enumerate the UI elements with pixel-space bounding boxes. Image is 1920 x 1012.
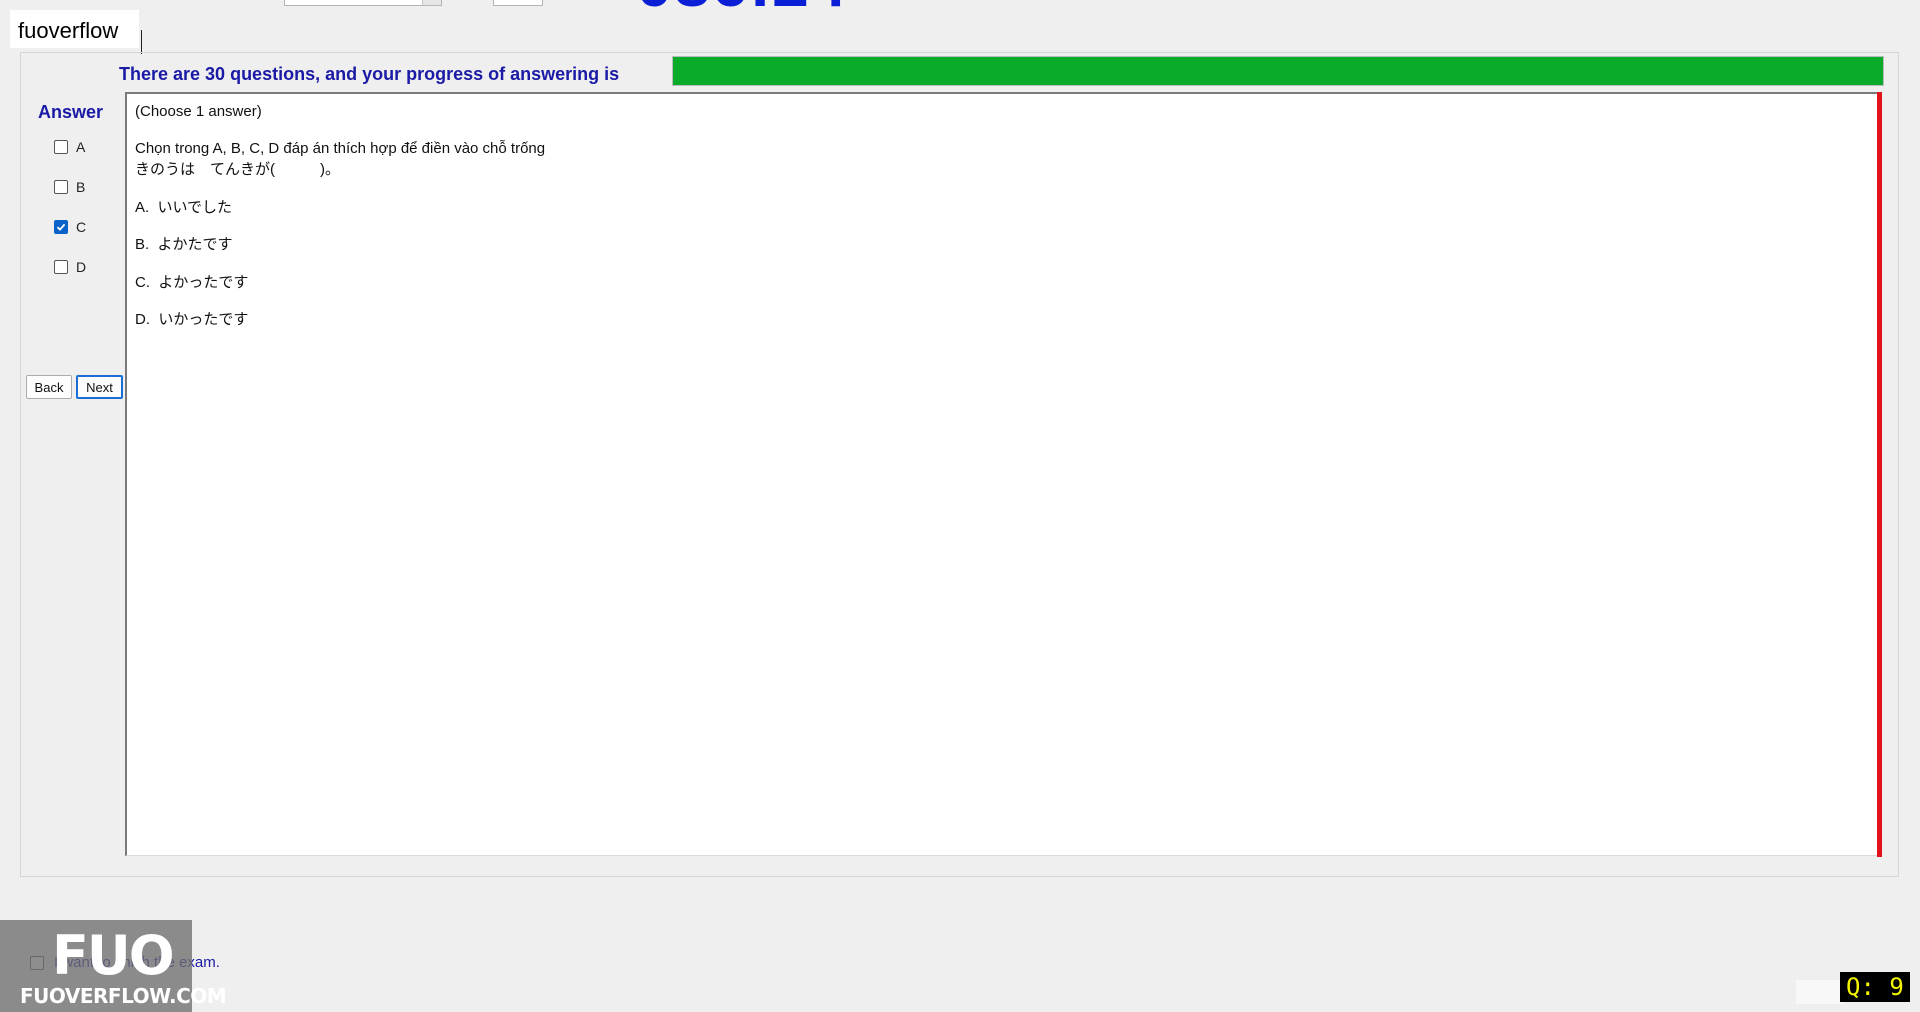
answer-option-b[interactable]: B bbox=[54, 177, 85, 197]
answer-option-c[interactable]: C bbox=[54, 217, 86, 237]
checkbox-a[interactable] bbox=[54, 140, 68, 154]
answer-option-d[interactable]: D bbox=[54, 257, 86, 277]
chevron-down-icon[interactable] bbox=[422, 0, 441, 5]
scroll-indicator-bar bbox=[1877, 92, 1882, 857]
question-prompt: Chọn trong A, B, C, D đáp án thích hợp đ… bbox=[135, 140, 546, 157]
name-input[interactable]: fuoverflow bbox=[10, 10, 142, 54]
fuoverflow-logo: FUO FUOVERFLOW.COM bbox=[0, 920, 227, 1012]
question-instruction: (Choose 1 answer) bbox=[135, 103, 262, 120]
back-button[interactable]: Back bbox=[26, 375, 72, 399]
choice-b: B. よかたです bbox=[135, 236, 233, 253]
progress-bar-fill bbox=[673, 57, 1883, 85]
name-input-value: fuoverflow bbox=[18, 18, 119, 43]
question-content: (Choose 1 answer) Chọn trong A, B, C, D … bbox=[125, 92, 1882, 856]
logo-mark: FUO bbox=[52, 924, 175, 987]
checkbox-b[interactable] bbox=[54, 180, 68, 194]
question-counter: Q: 9 bbox=[1840, 972, 1910, 1002]
status-field bbox=[1796, 980, 1844, 1004]
answer-title: Answer bbox=[38, 102, 104, 122]
answer-option-label: D bbox=[76, 259, 87, 275]
exam-code-combo[interactable] bbox=[284, 0, 442, 6]
answer-option-a[interactable]: A bbox=[54, 137, 85, 157]
answer-option-label: B bbox=[76, 179, 86, 195]
font-size-field[interactable] bbox=[493, 0, 543, 6]
answer-option-label: C bbox=[76, 219, 87, 235]
logo-text: FUOVERFLOW.COM bbox=[20, 984, 227, 1008]
countdown-timer: 086:24 bbox=[636, 0, 848, 18]
choice-d: D. いかったです bbox=[135, 311, 249, 328]
text-caret bbox=[141, 30, 142, 54]
checkbox-d[interactable] bbox=[54, 260, 68, 274]
choice-c: C. よかったです bbox=[135, 274, 249, 291]
progress-label: There are 30 questions, and your progres… bbox=[119, 64, 620, 84]
choice-a: A. いいでした bbox=[135, 199, 233, 216]
progress-bar bbox=[672, 56, 1884, 86]
answer-option-label: A bbox=[76, 139, 86, 155]
checkbox-c[interactable] bbox=[54, 220, 68, 234]
next-button[interactable]: Next bbox=[76, 375, 123, 399]
question-sentence: きのうは てんきが( )。 bbox=[135, 161, 340, 178]
